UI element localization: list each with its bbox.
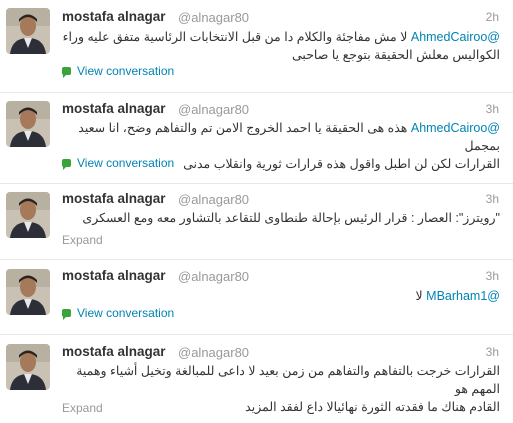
view-conversation-label: View conversation: [77, 156, 175, 170]
tweet-timestamp[interactable]: 3h: [486, 192, 499, 206]
expand-button[interactable]: Expand: [62, 233, 103, 247]
tweet-text-line: @MBarham1 لا: [62, 287, 500, 305]
tweet-text: "رويترز": العصار : قرار الرئيس بإحالة طن…: [62, 209, 500, 227]
avatar[interactable]: [6, 344, 50, 390]
avatar-image: [6, 344, 50, 390]
tweet-text-line: "رويترز": العصار : قرار الرئيس بإحالة طن…: [82, 211, 500, 225]
tweet-timestamp[interactable]: 3h: [486, 269, 499, 283]
avatar[interactable]: [6, 192, 50, 238]
avatar-image: [6, 269, 50, 315]
tweet-text-line: القرارات خرجت بالتفاهم والتفاهم من زمن ب…: [76, 364, 500, 396]
tweet-author-username[interactable]: @alnagar80: [178, 102, 249, 117]
avatar[interactable]: [6, 269, 50, 315]
tweet-text-line: القادم هناك ما فقدته الثورة نهائيالا داع…: [245, 400, 500, 414]
tweet-mention-link[interactable]: @MBarham1: [426, 289, 500, 303]
speech-bubble-icon: [62, 309, 71, 320]
view-conversation-button[interactable]: View conversation: [62, 64, 174, 78]
speech-bubble-icon: [62, 159, 71, 170]
tweet-author-username[interactable]: @alnagar80: [178, 10, 249, 25]
tweet-text-line: @AhmedCairoo لا مش مفاجئة والكلام دا من …: [62, 28, 500, 46]
view-conversation-button[interactable]: View conversation: [62, 156, 174, 170]
tweet-timeline: mostafa alnagar @alnagar80 2h @AhmedCair…: [0, 0, 513, 423]
tweet-text-line: الكواليس معلش الحقيقة بتوجع يا صاحبى: [292, 48, 500, 62]
tweet-author-username[interactable]: @alnagar80: [178, 192, 249, 207]
tweet-text-line: @AhmedCairoo هذه هى الحقيقة يا احمد الخر…: [62, 119, 500, 155]
tweet-item[interactable]: mostafa alnagar @alnagar80 2h @AhmedCair…: [0, 0, 513, 93]
tweet-item[interactable]: mostafa alnagar @alnagar80 3h @AhmedCair…: [0, 93, 513, 184]
tweet-mention-link[interactable]: @AhmedCairoo: [411, 30, 500, 44]
avatar-image: [6, 101, 50, 147]
expand-button[interactable]: Expand: [62, 401, 103, 415]
view-conversation-label: View conversation: [77, 306, 175, 320]
tweet-timestamp[interactable]: 3h: [486, 345, 499, 359]
avatar[interactable]: [6, 101, 50, 147]
tweet-text: القرارات خرجت بالتفاهم والتفاهم من زمن ب…: [62, 362, 500, 416]
tweet-author-name[interactable]: mostafa alnagar: [62, 268, 166, 283]
tweet-text-content: لا: [415, 289, 423, 303]
tweet-mention-link[interactable]: @AhmedCairoo: [411, 121, 500, 135]
tweet-item[interactable]: mostafa alnagar @alnagar80 3h القرارات خ…: [0, 335, 513, 423]
tweet-text-content: لا مش مفاجئة والكلام دا من قبل الانتخابا…: [62, 30, 408, 44]
tweet-author-name[interactable]: mostafa alnagar: [62, 9, 166, 24]
tweet-timestamp[interactable]: 3h: [486, 102, 499, 116]
tweet-author-username[interactable]: @alnagar80: [178, 345, 249, 360]
tweet-author-name[interactable]: mostafa alnagar: [62, 344, 166, 359]
tweet-author-name[interactable]: mostafa alnagar: [62, 101, 166, 116]
view-conversation-label: View conversation: [77, 64, 175, 78]
tweet-author-username[interactable]: @alnagar80: [178, 269, 249, 284]
tweet-author-name[interactable]: mostafa alnagar: [62, 191, 166, 206]
tweet-item[interactable]: mostafa alnagar @alnagar80 3h "رويترز": …: [0, 184, 513, 260]
tweet-text: @AhmedCairoo لا مش مفاجئة والكلام دا من …: [62, 28, 500, 64]
avatar-image: [6, 8, 50, 54]
speech-bubble-icon: [62, 67, 71, 78]
tweet-item[interactable]: mostafa alnagar @alnagar80 3h @MBarham1 …: [0, 260, 513, 335]
tweet-text: @MBarham1 لا: [62, 287, 500, 305]
avatar[interactable]: [6, 8, 50, 54]
view-conversation-button[interactable]: View conversation: [62, 306, 174, 320]
avatar-image: [6, 192, 50, 238]
tweet-timestamp[interactable]: 2h: [486, 10, 499, 24]
